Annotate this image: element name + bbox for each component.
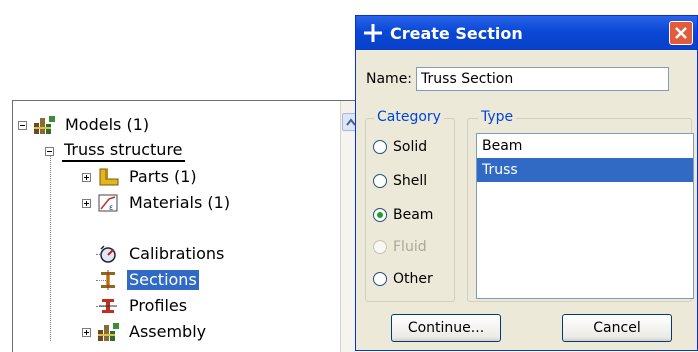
name-label: Name:	[366, 71, 413, 87]
tree-node-sections[interactable]: Sections	[97, 267, 199, 293]
expand-icon[interactable]	[82, 198, 91, 208]
tree-label-materials: Materials (1)	[129, 193, 231, 212]
create-plus-icon	[362, 22, 384, 44]
section-name-input[interactable]	[416, 67, 670, 91]
type-legend: Type	[478, 109, 517, 125]
name-row: Name:	[366, 67, 670, 91]
model-tree: Models (1) Truss structure Parts (1) ε M…	[12, 100, 358, 352]
tree-connector	[50, 147, 51, 341]
tree-label-parts: Parts (1)	[129, 167, 197, 186]
expand-icon[interactable]	[82, 327, 91, 337]
category-label-shell: Shell	[393, 173, 428, 189]
category-label-other: Other	[393, 271, 433, 287]
close-button[interactable]	[669, 21, 693, 45]
category-group: Category Solid Shell Beam Fluid Other	[365, 109, 455, 302]
parts-icon	[97, 167, 121, 187]
collapse-icon[interactable]	[45, 146, 54, 156]
continue-button[interactable]: Continue...	[391, 314, 501, 342]
category-radio-solid[interactable]: Solid	[373, 139, 427, 155]
category-label-fluid: Fluid	[393, 239, 427, 255]
radio-button[interactable]	[373, 272, 387, 286]
tree-label-calibrations: Calibrations	[129, 244, 225, 263]
calibrations-icon	[97, 244, 121, 264]
type-group: Type Beam Truss	[467, 109, 694, 302]
tree-label-sections: Sections	[127, 270, 199, 290]
tree-node-models[interactable]: Models (1)	[18, 112, 151, 138]
category-radio-shell[interactable]: Shell	[373, 173, 427, 189]
cancel-button[interactable]: Cancel	[562, 314, 672, 342]
tree-node-model-truss-structure[interactable]: Truss structure	[45, 138, 185, 164]
sections-icon	[97, 270, 121, 290]
dialog-titlebar[interactable]: Create Section	[356, 16, 697, 50]
category-radio-beam[interactable]: Beam	[373, 207, 433, 223]
materials-icon: ε	[97, 193, 121, 213]
profiles-icon	[97, 296, 121, 316]
radio-button-checked[interactable]	[373, 208, 387, 222]
close-icon	[675, 27, 687, 39]
assembly-icon	[97, 322, 121, 342]
dialog-title: Create Section	[390, 23, 523, 43]
tree-node-profiles[interactable]: Profiles	[97, 293, 189, 319]
category-radio-fluid: Fluid	[373, 239, 427, 255]
category-legend: Category	[374, 109, 444, 125]
tree-label-assembly: Assembly	[129, 322, 207, 341]
svg-text:ε: ε	[109, 203, 113, 212]
radio-button[interactable]	[373, 174, 387, 188]
collapse-icon[interactable]	[18, 120, 27, 130]
radio-button[interactable]	[373, 140, 387, 154]
category-label-solid: Solid	[393, 139, 428, 155]
tree-label-truss-structure: Truss structure	[62, 140, 185, 162]
models-icon	[33, 115, 57, 135]
create-section-dialog: Create Section Name: Category Solid Shel…	[355, 15, 698, 351]
type-item-beam[interactable]: Beam	[477, 134, 693, 158]
tree-node-parts[interactable]: Parts (1)	[82, 164, 199, 190]
type-item-truss[interactable]: Truss	[477, 158, 693, 182]
tree-label-models: Models (1)	[65, 115, 150, 134]
tree-label-profiles: Profiles	[129, 296, 188, 315]
tree-node-materials[interactable]: ε Materials (1)	[82, 190, 232, 216]
tree-node-calibrations[interactable]: Calibrations	[97, 241, 226, 267]
type-list[interactable]: Beam Truss	[476, 133, 694, 299]
tree-node-assembly[interactable]: Assembly	[82, 319, 208, 345]
category-label-beam: Beam	[393, 207, 434, 223]
category-radio-other[interactable]: Other	[373, 271, 433, 287]
radio-button-disabled	[373, 240, 387, 254]
expand-icon[interactable]	[82, 172, 91, 182]
